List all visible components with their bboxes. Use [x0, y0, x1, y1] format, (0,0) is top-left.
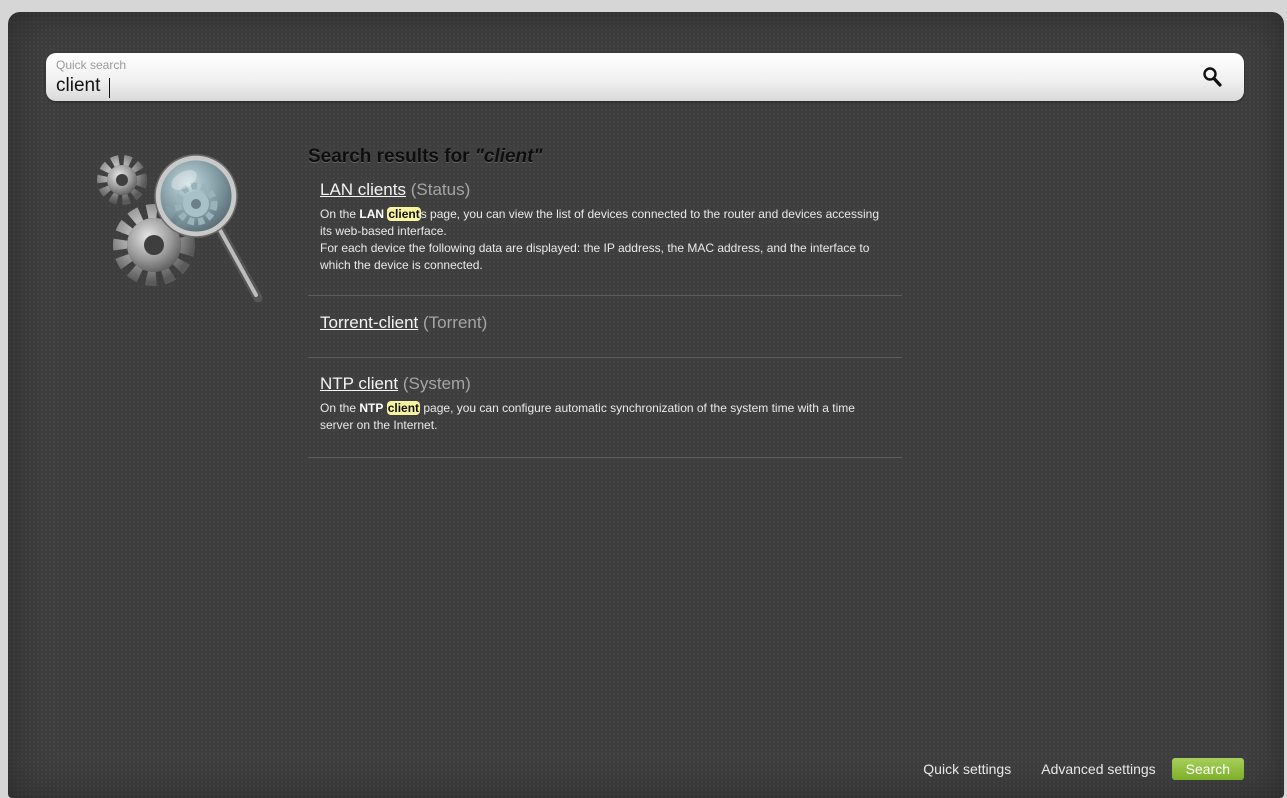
result-link-lan-clients[interactable]: LAN clients: [320, 180, 406, 199]
gears-magnifier-icon: [96, 140, 266, 310]
result-torrent-client: Torrent-client (Torrent): [308, 296, 902, 358]
result-description: On the NTP client page, you can configur…: [320, 401, 855, 432]
search-icon[interactable]: [1200, 64, 1226, 90]
results-query: "client": [474, 146, 543, 167]
result-category: (Torrent): [423, 313, 488, 332]
quick-search-bar: Quick search: [46, 53, 1244, 101]
quick-settings-link[interactable]: Quick settings: [923, 761, 1011, 777]
results-title: Search results for "client": [308, 146, 543, 167]
result-link-ntp-client[interactable]: NTP client: [320, 374, 398, 393]
result-link-torrent-client[interactable]: Torrent-client: [320, 313, 418, 332]
text-caret: [109, 78, 110, 98]
app-window: Quick search client Search results for "…: [8, 12, 1284, 798]
result-description: On the LAN clients page, you can view th…: [320, 207, 879, 272]
result-lan-clients: LAN clients (Status) On the LAN clients …: [308, 170, 902, 296]
search-input[interactable]: [56, 75, 1176, 97]
match-highlight: client: [387, 207, 421, 221]
match-highlight: client: [386, 401, 421, 415]
result-category: (Status): [410, 180, 471, 199]
footer-nav: Quick settings Advanced settings Search: [893, 758, 1244, 780]
search-caption: Quick search: [56, 58, 127, 72]
search-button[interactable]: Search: [1171, 758, 1244, 780]
result-ntp-client: NTP client (System) On the NTP client pa…: [308, 358, 902, 458]
search-results: Search results for "client" LAN clients …: [308, 144, 902, 458]
result-category: (System): [402, 374, 471, 393]
advanced-settings-link[interactable]: Advanced settings: [1041, 761, 1155, 777]
